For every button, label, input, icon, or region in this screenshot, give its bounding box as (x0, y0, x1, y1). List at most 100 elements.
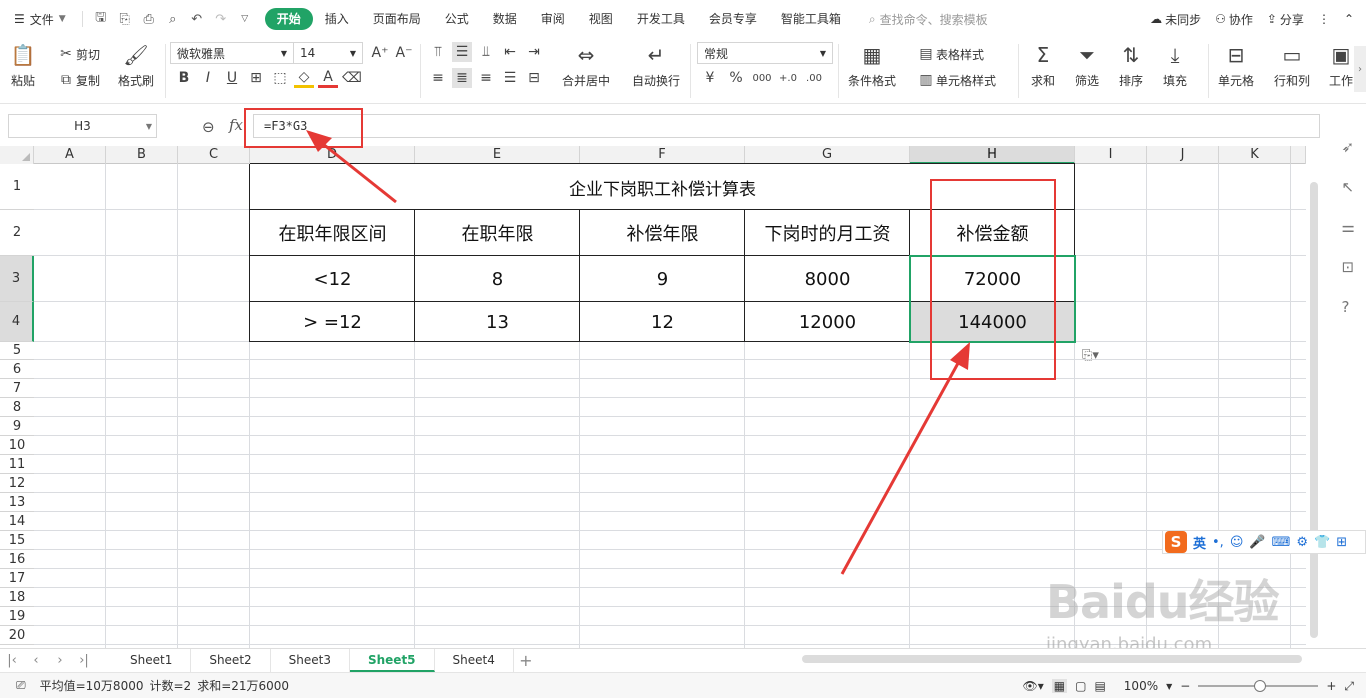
more-icon[interactable]: ⋮ (1318, 12, 1330, 26)
row-col-button[interactable]: ▭ 行和列 (1274, 42, 1310, 89)
tab-developer[interactable]: 开发工具 (625, 8, 697, 30)
currency-button[interactable]: ¥ (700, 68, 720, 88)
command-search[interactable]: ⌕ 查找命令、搜索模板 (869, 11, 988, 28)
row-header[interactable]: 20 (0, 626, 34, 645)
name-box[interactable]: H3 ▼ (8, 114, 157, 138)
formula-input[interactable]: =F3*G3 (253, 114, 1320, 138)
format-painter-button[interactable]: 🖌 格式刷 (118, 42, 154, 89)
decimal-decrease-button[interactable]: .00 (804, 68, 824, 88)
indent-decrease-icon[interactable]: ⇤ (500, 42, 520, 62)
indent-increase-icon[interactable]: ⇥ (524, 42, 544, 62)
keyboard-icon[interactable]: ⌨ (1272, 535, 1291, 550)
row-header[interactable]: 3 (0, 256, 34, 302)
share-button[interactable]: ⇪ 分享 (1267, 11, 1304, 28)
print-icon[interactable]: ⎙ (139, 9, 159, 29)
align-center-icon[interactable]: ≣ (452, 68, 472, 88)
undo-icon[interactable]: ↶ (187, 9, 207, 29)
menu-grid-icon[interactable]: ⊞ (1336, 535, 1347, 550)
bold-icon[interactable]: B (174, 68, 194, 88)
macro-icon[interactable]: ⎚ (16, 678, 26, 693)
scroll-thumb[interactable] (1310, 182, 1318, 638)
font-name-select[interactable]: 微软雅黑 ▼ (170, 42, 294, 64)
table-style-button[interactable]: ▤ 表格样式 (916, 44, 984, 64)
tools-icon[interactable]: ⚙ (1296, 535, 1308, 550)
column-header[interactable]: D (250, 146, 415, 164)
copy-button[interactable]: ⧉ 复制 (56, 70, 100, 90)
table-title-cell[interactable]: 企业下岗职工补偿计算表 (250, 164, 1075, 210)
prev-sheet-icon[interactable]: ‹ (24, 653, 48, 668)
row-header[interactable]: 1 (0, 164, 34, 210)
fx-icon[interactable]: fx (229, 116, 243, 134)
table-cell[interactable]: 9 (580, 256, 745, 302)
justify-icon[interactable]: ☰ (500, 68, 520, 88)
print-preview-icon[interactable]: ⌕ (163, 9, 183, 29)
select-all-corner[interactable] (0, 146, 34, 164)
fill-button[interactable]: ⤓ 填充 (1162, 42, 1188, 89)
column-header[interactable]: H (910, 146, 1075, 164)
column-header[interactable]: G (745, 146, 910, 164)
row-header[interactable]: 12 (0, 474, 34, 493)
percent-button[interactable]: % (726, 68, 746, 88)
font-shrink-button[interactable]: A⁻ (394, 43, 414, 63)
scroll-thumb[interactable] (802, 655, 1302, 663)
paste-button[interactable]: 📋 粘贴 (10, 42, 36, 89)
sync-button[interactable]: ☁ 未同步 (1150, 11, 1201, 28)
save-icon[interactable]: 🖫 (91, 9, 111, 29)
sliders-icon[interactable]: ⚌ (1342, 218, 1355, 236)
sheet-tab-active[interactable]: Sheet5 (349, 649, 435, 672)
row-header[interactable]: 9 (0, 417, 34, 436)
tab-view[interactable]: 视图 (577, 8, 625, 30)
column-header[interactable]: I (1075, 146, 1147, 164)
sum-button[interactable]: Σ 求和 (1030, 42, 1056, 89)
eye-protect-icon[interactable]: 👁▾ (1023, 679, 1044, 693)
redo-icon[interactable]: ↷ (211, 9, 231, 29)
paste-options-icon[interactable]: ⎘▾ (1082, 348, 1099, 363)
tab-formulas[interactable]: 公式 (433, 8, 481, 30)
view-normal-icon[interactable]: ▦ (1051, 679, 1068, 693)
underline-icon[interactable]: U (222, 68, 242, 88)
chevron-down-icon[interactable]: ▼ (1166, 682, 1172, 691)
cut-button[interactable]: ✂ 剪切 (56, 44, 100, 64)
file-menu[interactable]: ☰ 文件 ▼ (0, 11, 76, 28)
ribbon-scroll-right-icon[interactable]: › (1354, 46, 1366, 92)
sheet-tab[interactable]: Sheet4 (435, 649, 514, 672)
tab-review[interactable]: 审阅 (529, 8, 577, 30)
first-sheet-icon[interactable]: |‹ (0, 653, 24, 668)
decimal-increase-button[interactable]: +.0 (778, 68, 798, 88)
table-header-cell[interactable]: 下岗时的月工资 (745, 210, 910, 256)
collab-button[interactable]: ⚇ 协作 (1215, 11, 1253, 28)
cell-style-button[interactable]: ▥ 单元格样式 (916, 70, 996, 90)
zoom-search-icon[interactable]: ⊖ (202, 118, 215, 136)
row-header[interactable]: 16 (0, 550, 34, 569)
column-header[interactable]: J (1147, 146, 1219, 164)
zoom-slider-knob[interactable] (1254, 680, 1267, 692)
table-cell[interactable]: 12 (580, 302, 745, 342)
sheet-tab[interactable]: Sheet3 (271, 649, 350, 672)
column-header[interactable]: C (178, 146, 250, 164)
zoom-in-icon[interactable]: + (1326, 679, 1336, 693)
cells-button[interactable]: ⊟ 单元格 (1218, 42, 1254, 89)
add-sheet-icon[interactable]: + (514, 651, 538, 670)
fill-style-icon[interactable]: ⬚ (270, 68, 290, 88)
font-size-select[interactable]: 14 ▼ (293, 42, 363, 64)
clear-icon[interactable]: ⌫ (342, 68, 362, 88)
row-header[interactable]: 15 (0, 531, 34, 550)
row-header[interactable]: 2 (0, 210, 34, 256)
sheet-tab[interactable]: Sheet1 (112, 649, 192, 672)
row-header[interactable]: 8 (0, 398, 34, 417)
tab-data[interactable]: 数据 (481, 8, 529, 30)
font-grow-button[interactable]: A⁺ (370, 43, 390, 63)
export-icon[interactable]: ⎘ (115, 9, 135, 29)
collapse-icon[interactable]: ⌃ (1344, 12, 1354, 26)
ime-lang[interactable]: 英 (1193, 533, 1206, 552)
zoom-out-icon[interactable]: − (1180, 679, 1190, 693)
row-header[interactable]: 14 (0, 512, 34, 531)
help-icon[interactable]: ? (1342, 298, 1355, 316)
skin-icon[interactable]: 👕 (1314, 535, 1330, 550)
horizontal-scrollbar[interactable] (782, 652, 1322, 666)
column-header[interactable]: F (580, 146, 745, 164)
rocket-icon[interactable]: ➶ (1342, 138, 1355, 156)
thousands-button[interactable]: 000 (752, 68, 772, 88)
punct-icon[interactable]: •, (1212, 535, 1224, 550)
merge-center-button[interactable]: ⇔ 合并居中 (562, 42, 610, 89)
